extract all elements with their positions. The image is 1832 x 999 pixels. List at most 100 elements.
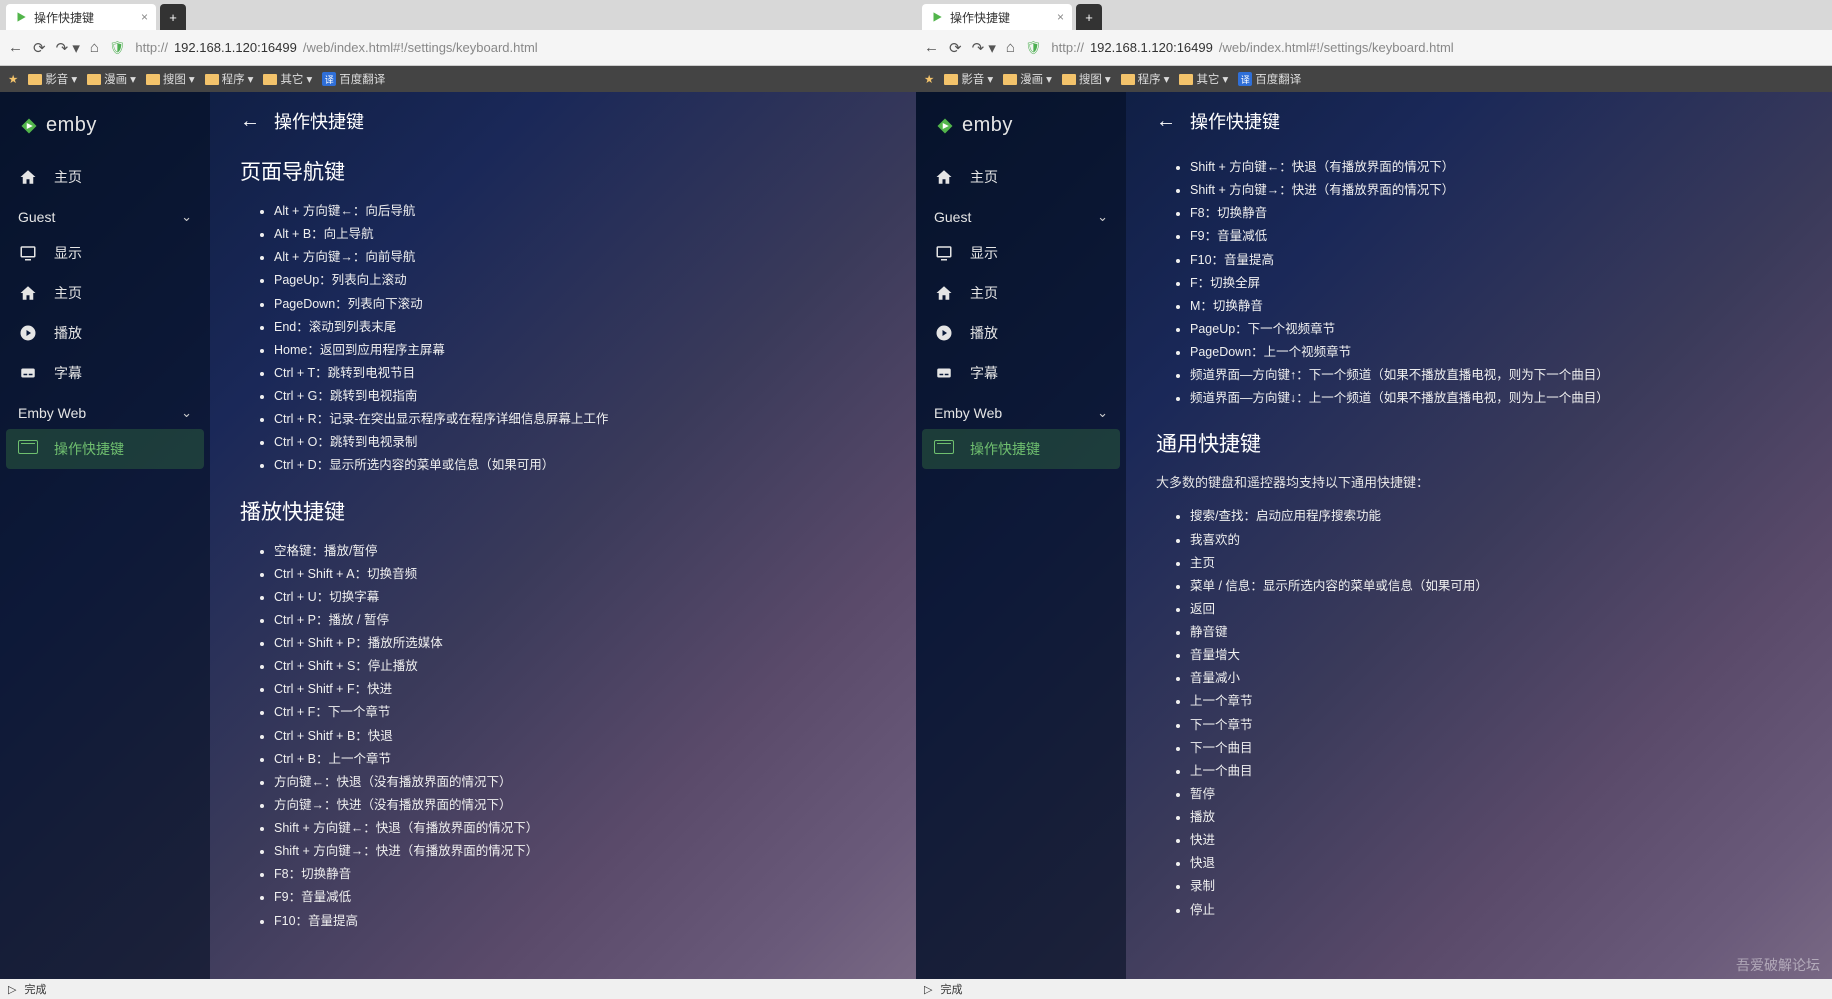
reload-icon[interactable]: ⟳	[949, 39, 962, 57]
sidebar-item-home[interactable]: 主页	[0, 157, 210, 197]
address-input[interactable]: http://192.168.1.120:16499/web/index.htm…	[1051, 40, 1824, 55]
sidebar-item-display[interactable]: 显示	[916, 233, 1126, 273]
sidebar-item-home2[interactable]: 主页	[916, 273, 1126, 313]
bookmark-folder[interactable]: 漫画 ▾	[1003, 71, 1052, 87]
list-item: Ctrl + Shift + A：切换音频	[274, 563, 886, 586]
sidebar-item-subtitle[interactable]: 字幕	[0, 353, 210, 393]
status-play-icon[interactable]: ▷	[8, 983, 16, 996]
list-item: 播放	[1190, 806, 1802, 829]
browser-tab[interactable]: 操作快捷键 ×	[6, 4, 156, 30]
back-icon[interactable]: ←	[1156, 110, 1176, 133]
sidebar-item-shortcuts[interactable]: 操作快捷键	[922, 429, 1120, 469]
browser-tab[interactable]: 操作快捷键 ×	[922, 4, 1072, 30]
bookmark-folder[interactable]: 搜图 ▾	[1062, 71, 1111, 87]
status-play-icon[interactable]: ▷	[924, 983, 932, 996]
sidebar: emby 主页 Guest ⌄ 显示 主页	[916, 92, 1126, 999]
bookmark-folder[interactable]: 影音 ▾	[944, 71, 993, 87]
chevron-down-icon: ⌄	[1097, 405, 1108, 421]
tab-close-icon[interactable]: ×	[1057, 10, 1064, 24]
chevron-down-icon: ⌄	[1097, 209, 1108, 225]
list-item: Home：返回到应用程序主屏幕	[274, 339, 886, 362]
list-item: Shift + 方向键←：快退（有播放界面的情况下）	[1190, 156, 1802, 179]
list-item: 方向键→：快进（没有播放界面的情况下）	[274, 794, 886, 817]
play-icon	[934, 324, 954, 342]
new-tab-button[interactable]: +	[160, 4, 186, 30]
list-item: End：滚动到列表末尾	[274, 316, 886, 339]
tab-favicon-icon	[930, 10, 944, 24]
star-icon[interactable]: ★	[8, 72, 18, 86]
back-icon[interactable]: ←	[8, 39, 23, 56]
bookmark-folder[interactable]: 影音 ▾	[28, 71, 77, 87]
list-item: Ctrl + D：显示所选内容的菜单或信息（如果可用）	[274, 454, 886, 477]
sidebar-section-guest[interactable]: Guest ⌄	[0, 197, 210, 233]
list-item: Ctrl + R：记录-在突出显示程序或在程序详细信息屏幕上工作	[274, 408, 886, 431]
bookmark-folder[interactable]: 漫画 ▾	[87, 71, 136, 87]
address-bar: ← ⟳ ↷ ▾ ⌂ 🛡 http://192.168.1.120:16499/w…	[0, 30, 916, 66]
sidebar-item-shortcuts[interactable]: 操作快捷键	[6, 429, 204, 469]
reload-icon[interactable]: ⟳	[33, 39, 46, 57]
list-item: PageUp：列表向上滚动	[274, 269, 886, 292]
sidebar-item-home[interactable]: 主页	[916, 157, 1126, 197]
list-item: 下一个曲目	[1190, 737, 1802, 760]
emby-logo[interactable]: emby	[916, 106, 1126, 157]
chevron-down-icon: ⌄	[181, 405, 192, 421]
address-input[interactable]: http://192.168.1.120:16499/web/index.htm…	[135, 40, 908, 55]
list-item: 搜索/查找：启动应用程序搜索功能	[1190, 505, 1802, 528]
tab-close-icon[interactable]: ×	[141, 10, 148, 24]
bookmark-link[interactable]: 译百度翻译	[322, 71, 385, 87]
list-item: F9：音量减低	[1190, 225, 1802, 248]
bookmark-folder[interactable]: 搜图 ▾	[146, 71, 195, 87]
forward-dropdown-icon[interactable]: ↷ ▾	[56, 39, 80, 57]
forward-dropdown-icon[interactable]: ↷ ▾	[972, 39, 996, 57]
bookmark-folder[interactable]: 其它 ▾	[1179, 71, 1228, 87]
list-item: 快退	[1190, 852, 1802, 875]
list-item: Ctrl + Shift + P：播放所选媒体	[274, 632, 886, 655]
list-item: 上一个章节	[1190, 690, 1802, 713]
sidebar-item-subtitle[interactable]: 字幕	[916, 353, 1126, 393]
back-icon[interactable]: ←	[240, 110, 260, 133]
content-header: ← 操作快捷键	[240, 108, 886, 134]
list-item: Ctrl + U：切换字幕	[274, 586, 886, 609]
play-icon	[18, 324, 38, 342]
list-item: PageDown：列表向下滚动	[274, 293, 886, 316]
list-item: Ctrl + F：下一个章节	[274, 701, 886, 724]
display-icon	[934, 244, 954, 262]
subtitle-icon	[934, 364, 954, 382]
sidebar-item-play[interactable]: 播放	[0, 313, 210, 353]
home-icon[interactable]: ⌂	[1006, 39, 1015, 56]
bookmark-link[interactable]: 译百度翻译	[1238, 71, 1301, 87]
sidebar-item-home2[interactable]: 主页	[0, 273, 210, 313]
sidebar-item-play[interactable]: 播放	[916, 313, 1126, 353]
home-icon	[18, 284, 38, 302]
list-item: F10：音量提高	[1190, 249, 1802, 272]
home-icon[interactable]: ⌂	[90, 39, 99, 56]
list-item: 下一个章节	[1190, 714, 1802, 737]
content-right: ← 操作快捷键 Shift + 方向键←：快退（有播放界面的情况下）Shift …	[1126, 92, 1832, 999]
section-title: 页面导航键	[240, 156, 886, 186]
sidebar-section-guest[interactable]: Guest ⌄	[916, 197, 1126, 233]
list-item: 音量增大	[1190, 644, 1802, 667]
bookmark-folder[interactable]: 程序 ▾	[205, 71, 254, 87]
list-item: Alt + B：向上导航	[274, 223, 886, 246]
bookmark-folder[interactable]: 程序 ▾	[1121, 71, 1170, 87]
status-bar: ▷ 完成	[0, 979, 916, 999]
list-item: Ctrl + T：跳转到电视节目	[274, 362, 886, 385]
list-item: Ctrl + O：跳转到电视录制	[274, 431, 886, 454]
sidebar-item-display[interactable]: 显示	[0, 233, 210, 273]
list-item: 频道界面—方向键↓：上一个频道（如果不播放直播电视，则为上一个曲目）	[1190, 387, 1802, 410]
sidebar-section-web[interactable]: Emby Web ⌄	[916, 393, 1126, 429]
new-tab-button[interactable]: +	[1076, 4, 1102, 30]
star-icon[interactable]: ★	[924, 72, 934, 86]
list-item: 返回	[1190, 598, 1802, 621]
back-icon[interactable]: ←	[924, 39, 939, 56]
bookmarks-bar: ★ 影音 ▾ 漫画 ▾ 搜图 ▾ 程序 ▾ 其它 ▾ 译百度翻译	[0, 66, 916, 92]
sidebar-section-web[interactable]: Emby Web ⌄	[0, 393, 210, 429]
bookmark-folder[interactable]: 其它 ▾	[263, 71, 312, 87]
list-item: Shift + 方向键→：快进（有播放界面的情况下）	[274, 840, 886, 863]
list-item: Ctrl + Shift + S：停止播放	[274, 655, 886, 678]
keyboard-icon	[18, 440, 38, 459]
window-right: 操作快捷键 × + ← ⟳ ↷ ▾ ⌂ 🛡 http://192.168.1.1…	[916, 0, 1832, 999]
emby-logo[interactable]: emby	[0, 106, 210, 157]
status-text: 完成	[940, 981, 962, 997]
app-area: emby 主页 Guest ⌄ 显示 主页	[916, 92, 1832, 999]
